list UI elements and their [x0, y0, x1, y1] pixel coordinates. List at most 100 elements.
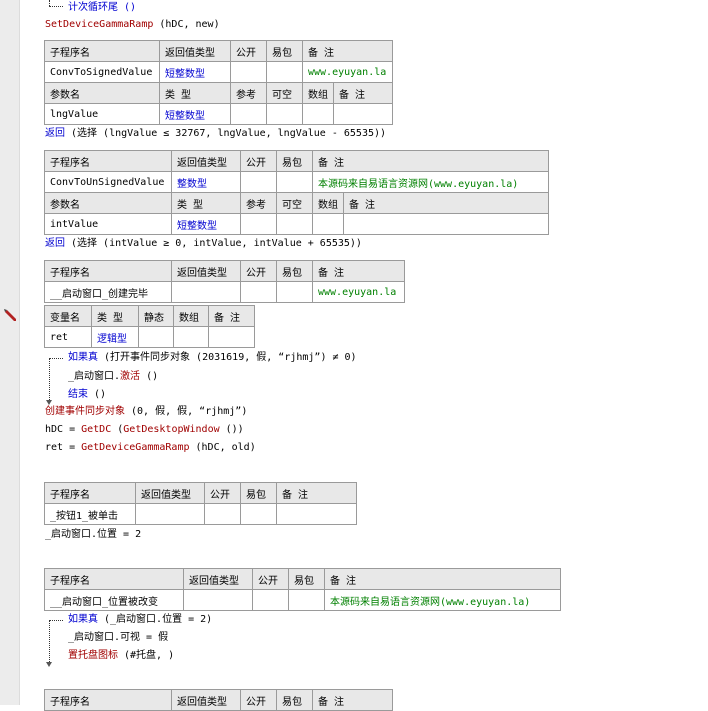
col-ref: 参考	[240, 192, 277, 214]
public-cell[interactable]	[230, 61, 267, 83]
col-ret-type: 返回值类型	[135, 482, 205, 504]
public-cell[interactable]	[252, 589, 289, 611]
note-cell[interactable]: 本源码来自易语言资源网(www.eyuyan.la)	[324, 589, 561, 611]
public-cell[interactable]	[240, 171, 277, 193]
col-nullable: 可空	[276, 192, 313, 214]
col-var-type: 类 型	[91, 305, 139, 327]
col-public: 公开	[240, 689, 277, 711]
sub-table-position-changed: 子程序名 返回值类型 公开 易包 备 注 __启动窗口_位置被改变 本源码来自易…	[44, 568, 561, 611]
if-stmt-1[interactable]: 如果真 (打开事件同步对象 (2031619, 假, “rjhmj”) ≠ 0)	[68, 350, 357, 366]
editor-gutter[interactable]	[0, 0, 20, 705]
easy-pkg-cell[interactable]	[288, 589, 325, 611]
sub-table-create-done: 子程序名 返回值类型 公开 易包 备 注 __启动窗口_创建完毕 www.eyu…	[44, 260, 405, 303]
col-easy-pkg: 易包	[276, 150, 313, 172]
param-type-cell[interactable]: 短整数型	[171, 213, 241, 235]
col-array: 数组	[302, 82, 334, 104]
col-note: 备 注	[302, 40, 393, 62]
easy-pkg-cell[interactable]	[240, 503, 277, 525]
col-var-name: 变量名	[44, 305, 92, 327]
col-ref: 参考	[230, 82, 267, 104]
param-type-cell[interactable]: 短整数型	[159, 103, 231, 125]
ret-type-cell[interactable]: 短整数型	[159, 61, 231, 83]
visible-assign-stmt[interactable]: _启动窗口.可视 = 假	[68, 630, 168, 646]
ret-type-cell[interactable]: 整数型	[171, 171, 241, 193]
note-cell[interactable]: www.eyuyan.la	[302, 61, 393, 83]
return-stmt-2[interactable]: 返回 (选择 (intValue ≥ 0, intValue, intValue…	[45, 236, 362, 252]
col-public: 公开	[240, 150, 277, 172]
return-stmt-1[interactable]: 返回 (选择 (lngValue ≤ 32767, lngValue, lngV…	[45, 126, 386, 142]
flow-line	[49, 358, 63, 359]
ret-type-cell[interactable]	[183, 589, 253, 611]
col-array: 数组	[173, 305, 209, 327]
end-stmt[interactable]: 结束 ()	[68, 387, 106, 403]
param-table-conv-signed: 参数名 类 型 参考 可空 数组 备 注 lngValue 短整数型	[44, 82, 393, 125]
sub-name-cell[interactable]: __启动窗口_创建完毕	[44, 281, 172, 303]
note-cell[interactable]	[208, 326, 255, 348]
loop-end-stmt[interactable]: 计次循环尾 ()	[68, 0, 136, 16]
if-stmt-2[interactable]: 如果真 (_启动窗口.位置 = 2)	[68, 612, 212, 628]
activate-stmt[interactable]: _启动窗口.激活 ()	[68, 369, 158, 385]
col-note: 备 注	[343, 192, 549, 214]
col-param-type: 类 型	[159, 82, 231, 104]
array-cell[interactable]	[312, 213, 344, 235]
param-name-cell[interactable]: lngValue	[44, 103, 160, 125]
sub-name-cell[interactable]: ConvToSignedValue	[44, 61, 160, 83]
col-public: 公开	[204, 482, 241, 504]
easy-pkg-cell[interactable]	[266, 61, 303, 83]
public-cell[interactable]	[240, 281, 277, 303]
col-ret-type: 返回值类型	[171, 150, 241, 172]
col-param-name: 参数名	[44, 82, 160, 104]
easy-pkg-cell[interactable]	[276, 281, 313, 303]
static-cell[interactable]	[138, 326, 174, 348]
array-cell[interactable]	[173, 326, 209, 348]
col-easy-pkg: 易包	[288, 568, 325, 590]
col-sub-name: 子程序名	[44, 482, 136, 504]
col-ret-type: 返回值类型	[171, 260, 241, 282]
col-nullable: 可空	[266, 82, 303, 104]
param-name-cell[interactable]: intValue	[44, 213, 172, 235]
set-gamma-stmt[interactable]: SetDeviceGammaRamp (hDC, new)	[45, 17, 220, 33]
flow-arrow-icon	[46, 662, 52, 667]
create-event-stmt[interactable]: 创建事件同步对象 (0, 假, 假, “rjhmj”)	[45, 404, 247, 420]
sub-table-conv-unsigned: 子程序名 返回值类型 公开 易包 备 注 ConvToUnSignedValue…	[44, 150, 549, 193]
var-type-cell[interactable]: 逻辑型	[91, 326, 139, 348]
breakpoint-pencil-icon[interactable]	[3, 309, 17, 323]
col-ret-type: 返回值类型	[159, 40, 231, 62]
sub-name-cell[interactable]: __启动窗口_位置被改变	[44, 589, 184, 611]
position-assign-stmt[interactable]: _启动窗口.位置 = 2	[45, 527, 141, 543]
col-param-type: 类 型	[171, 192, 241, 214]
public-cell[interactable]	[204, 503, 241, 525]
ret-type-cell[interactable]	[135, 503, 205, 525]
ref-cell[interactable]	[230, 103, 267, 125]
sub-table-partial: 子程序名 返回值类型 公开 易包 备 注	[44, 689, 393, 711]
tray-icon-stmt[interactable]: 置托盘图标 (#托盘, )	[68, 648, 174, 664]
sub-name-cell[interactable]: ConvToUnSignedValue	[44, 171, 172, 193]
flow-line	[49, 358, 50, 400]
ret-assign-stmt[interactable]: ret = GetDeviceGammaRamp (hDC, old)	[45, 440, 256, 456]
col-static: 静态	[138, 305, 174, 327]
array-cell[interactable]	[302, 103, 334, 125]
note-cell[interactable]	[276, 503, 357, 525]
nullable-cell[interactable]	[266, 103, 303, 125]
nullable-cell[interactable]	[276, 213, 313, 235]
col-note: 备 注	[312, 689, 393, 711]
sub-name-cell[interactable]: _按钮1_被单击	[44, 503, 136, 525]
col-sub-name: 子程序名	[44, 568, 184, 590]
note-cell[interactable]: www.eyuyan.la	[312, 281, 405, 303]
col-note: 备 注	[208, 305, 255, 327]
col-note: 备 注	[276, 482, 357, 504]
sub-table-button-click: 子程序名 返回值类型 公开 易包 备 注 _按钮1_被单击	[44, 482, 357, 525]
hdc-assign-stmt[interactable]: hDC = GetDC (GetDesktopWindow ())	[45, 422, 244, 438]
note-cell[interactable]: 本源码来自易语言资源网(www.eyuyan.la)	[312, 171, 549, 193]
note-cell[interactable]	[333, 103, 393, 125]
easy-pkg-cell[interactable]	[276, 171, 313, 193]
col-sub-name: 子程序名	[44, 260, 172, 282]
col-public: 公开	[230, 40, 267, 62]
flow-line	[49, 620, 50, 662]
ret-type-cell[interactable]	[171, 281, 241, 303]
ref-cell[interactable]	[240, 213, 277, 235]
col-easy-pkg: 易包	[266, 40, 303, 62]
col-ret-type: 返回值类型	[171, 689, 241, 711]
note-cell[interactable]	[343, 213, 549, 235]
var-name-cell[interactable]: ret	[44, 326, 92, 348]
